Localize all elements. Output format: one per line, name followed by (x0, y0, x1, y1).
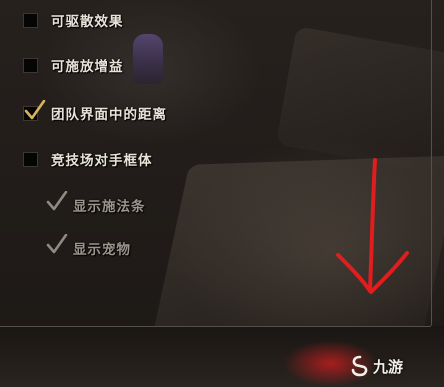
watermark: 九游 (350, 355, 403, 377)
option-castable-buffs[interactable]: 可施放增益 (23, 55, 124, 75)
checkbox[interactable] (23, 151, 38, 167)
watermark-text: 九游 (373, 357, 404, 376)
option-arena-enemy-frames[interactable]: 竞技场对手框体 (23, 149, 153, 169)
checkbox[interactable] (46, 190, 68, 213)
option-dispellable-effects[interactable]: 可驱散效果 (23, 10, 124, 30)
checkbox[interactable] (23, 57, 38, 73)
option-show-cast-bar[interactable]: 显示施法条 (46, 190, 146, 215)
checkmark-icon (46, 233, 68, 253)
option-label: 团队界面中的距离 (51, 107, 167, 123)
checkmark-icon (24, 99, 46, 119)
checkbox[interactable] (23, 99, 46, 121)
checkbox[interactable] (23, 12, 38, 28)
option-label: 显示宠物 (73, 242, 131, 258)
option-label: 可驱散效果 (51, 14, 124, 30)
option-label: 可施放增益 (51, 59, 124, 75)
option-label: 显示施法条 (73, 199, 146, 215)
option-label: 竞技场对手框体 (51, 153, 153, 169)
logo-mark-icon (351, 355, 368, 377)
checkbox[interactable] (46, 233, 68, 256)
arrow-down-icon (336, 158, 409, 294)
option-show-pets[interactable]: 显示宠物 (46, 233, 131, 258)
option-raid-frame-range[interactable]: 团队界面中的距离 (23, 99, 167, 123)
checkmark-icon (46, 190, 68, 210)
